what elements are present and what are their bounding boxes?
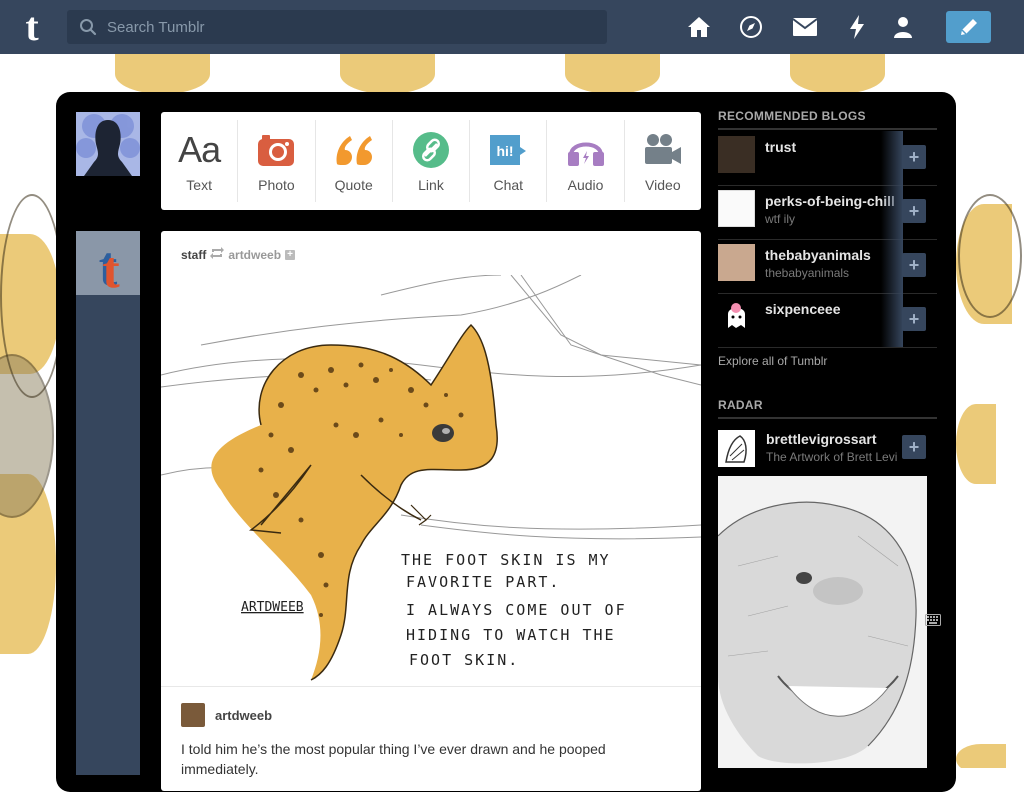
reblog-icon [210,247,225,262]
search-input[interactable] [105,17,589,37]
post-type-label: Quote [334,177,373,193]
tumblr-logo[interactable]: t [14,7,50,47]
blog-avatar[interactable] [718,190,755,227]
post-type-chat[interactable]: hi! Chat [470,120,548,202]
author-avatar[interactable] [181,703,205,727]
post-caption: I told him he’s the most popular thing I… [181,741,606,777]
post-author-row: artdweeb [181,703,272,727]
follow-plus-icon[interactable]: + [902,253,926,277]
blog-title: The Artwork of Brett Levi [766,450,898,464]
staff-avatar[interactable]: t t [76,231,140,299]
dashboard-post: staff artdweeb + THE FOOT SKIN IS MY FAV… [161,231,701,791]
post-header: staff artdweeb + [181,247,296,262]
pencil-icon [960,19,977,35]
post-type-link[interactable]: Link [393,120,471,202]
post-type-label: Link [418,177,444,193]
follow-plus-icon[interactable]: + [902,435,926,459]
blog-fade [881,239,903,293]
post-type-label: Audio [567,177,604,193]
inbox-icon[interactable] [792,14,818,40]
blog-avatar[interactable] [718,244,755,281]
post-avatar-column [76,295,140,775]
radar-post-image[interactable] [718,476,927,768]
keyboard-shortcuts-icon[interactable] [925,613,941,631]
post-type-bar: Aa Text Photo Quote Link hi! Chat Audio [161,112,701,210]
blog-avatar[interactable] [718,430,755,467]
link-icon [412,129,450,171]
video-camera-icon [643,129,683,171]
recommended-blog-item[interactable]: sixpenceee + [718,293,937,348]
post-type-label: Chat [493,177,524,193]
post-type-video[interactable]: Video [625,120,701,202]
compose-button[interactable] [946,11,991,43]
camera-icon [257,129,295,171]
reblog-source[interactable]: artdweeb [228,248,281,262]
post-image[interactable]: THE FOOT SKIN IS MY FAVORITE PART. I ALW… [161,275,701,687]
post-type-label: Video [645,177,681,193]
headphones-icon [566,129,606,171]
post-blog-name[interactable]: staff [181,248,206,262]
post-type-text[interactable]: Aa Text [161,120,239,202]
top-navigation-bar: t [0,0,1024,54]
blog-avatar[interactable] [718,298,755,335]
search-box[interactable] [67,10,607,44]
blog-avatar[interactable] [718,136,755,173]
home-icon[interactable] [686,14,712,40]
svg-text:hi!: hi! [497,143,514,159]
follow-plus-icon[interactable]: + [902,199,926,223]
art-signature: ARTDWEEB [241,600,304,615]
recommended-blog-item[interactable]: perks-of-being-chill wtf ily + [718,185,937,240]
quote-icon [334,129,374,171]
follow-plus-icon[interactable]: + [902,307,926,331]
post-type-label: Text [186,177,212,193]
recommended-blog-item[interactable]: thebabyanimals thebabyanimals + [718,239,937,294]
radar-heading: RADAR [718,398,937,419]
blog-fade [881,293,903,347]
follow-plus-icon[interactable]: + [285,249,296,260]
explore-link[interactable]: Explore all of Tumblr [718,354,827,368]
recommended-blogs-heading: RECOMMENDED BLOGS [718,109,937,130]
post-type-quote[interactable]: Quote [316,120,393,202]
post-type-audio[interactable]: Audio [547,120,625,202]
explore-icon[interactable] [738,14,764,40]
post-type-label: Photo [258,177,295,193]
art-text-line: FAVORITE PART. [406,573,560,591]
post-divider [161,686,701,687]
blog-fade [881,185,903,239]
chat-icon: hi! [488,129,528,171]
blog-fade [881,131,903,185]
art-text-line: HIDING TO WATCH THE [406,626,616,644]
text-icon: Aa [178,129,221,170]
follow-plus-icon[interactable]: + [902,145,926,169]
author-name[interactable]: artdweeb [215,708,272,723]
blog-name[interactable]: brettlevigrossart [766,431,876,447]
activity-icon[interactable] [844,14,870,40]
radar-blog-item[interactable]: brettlevigrossart The Artwork of Brett L… [718,430,937,470]
art-text-line: I ALWAYS COME OUT OF [406,601,627,619]
recommended-blog-item[interactable]: trust + [718,131,937,186]
user-avatar[interactable] [76,112,140,176]
svg-text:t: t [102,242,120,295]
account-icon[interactable] [890,14,916,40]
search-icon [80,19,97,36]
art-text-line: FOOT SKIN. [409,651,519,669]
post-type-photo[interactable]: Photo [238,120,316,202]
art-text-line: THE FOOT SKIN IS MY [401,551,611,569]
